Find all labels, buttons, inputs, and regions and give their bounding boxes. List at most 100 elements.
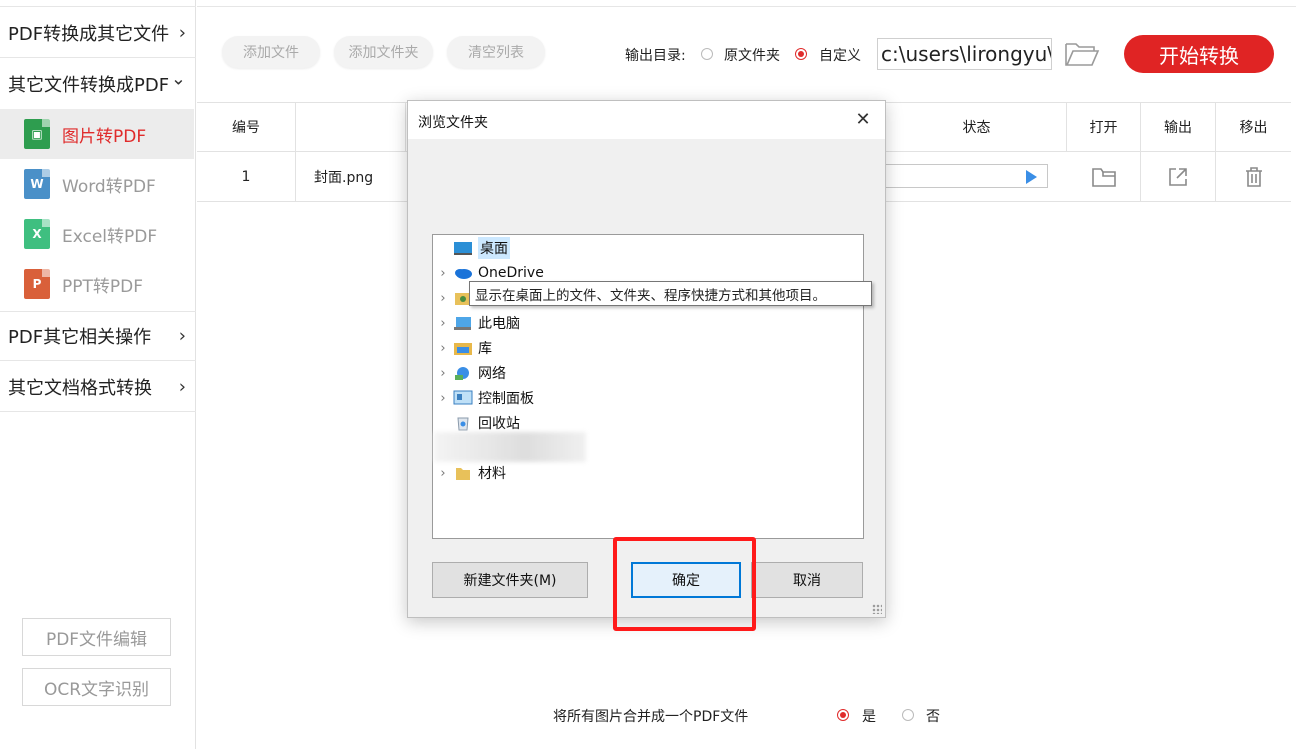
- chevron-right-icon: ›: [178, 376, 186, 397]
- sidebar-section-label: PDF其它相关操作: [8, 327, 152, 348]
- sidebar-section-label: PDF转换成其它文件: [8, 23, 170, 45]
- tree-item-label: 库: [478, 341, 492, 357]
- pdf-edit-button[interactable]: PDF文件编辑: [22, 618, 171, 656]
- control-panel-icon: [453, 390, 473, 405]
- chevron-right-icon: ›: [178, 22, 186, 43]
- library-icon: [454, 343, 472, 355]
- tree-item-label: OneDrive: [478, 265, 544, 281]
- tree-item-label: 控制面板: [478, 391, 534, 407]
- chevron-right-icon[interactable]: ›: [433, 466, 453, 481]
- header-status: 状态: [887, 103, 1067, 151]
- chevron-right-icon[interactable]: ›: [433, 391, 453, 406]
- sidebar-section-label: 其它文件转换成PDF: [8, 75, 170, 96]
- merge-images-label: 将所有图片合并成一个PDF文件: [553, 709, 749, 725]
- radio-merge-no[interactable]: [902, 709, 914, 721]
- ocr-button[interactable]: OCR文字识别: [22, 668, 171, 706]
- dialog-titlebar: 浏览文件夹 ✕: [408, 101, 885, 139]
- tree-item-label: 材料: [478, 466, 506, 482]
- tree-item-label: 回收站: [478, 416, 520, 432]
- redacted-blur: [434, 432, 586, 462]
- chevron-right-icon[interactable]: ›: [433, 366, 453, 381]
- new-folder-button[interactable]: 新建文件夹(M): [432, 562, 588, 598]
- folder-open-icon[interactable]: [1064, 40, 1100, 68]
- option-custom-label: 自定义: [819, 48, 861, 64]
- sidebar-section-label: 其它文档格式转换: [8, 377, 152, 399]
- word-file-icon: W: [24, 169, 50, 199]
- sidebar-section-pdf-other-ops[interactable]: PDF其它相关操作 ›: [0, 311, 196, 361]
- output-cell: [1141, 152, 1216, 201]
- sidebar-item-ppt-to-pdf[interactable]: P PPT转PDF: [0, 259, 194, 309]
- trash-icon[interactable]: [1243, 166, 1265, 188]
- sidebar-item-excel-to-pdf[interactable]: X Excel转PDF: [0, 209, 194, 259]
- tree-item-this-pc[interactable]: › 此电脑: [433, 311, 863, 335]
- cancel-button[interactable]: 取消: [751, 562, 863, 598]
- tree-item-label: 网络: [478, 366, 506, 382]
- desktop-tooltip: 显示在桌面上的文件、文件夹、程序快捷方式和其他项目。: [469, 281, 872, 306]
- start-convert-button[interactable]: 开始转换: [1124, 35, 1274, 73]
- chevron-right-icon[interactable]: ›: [433, 291, 453, 306]
- sidebar-item-label: Excel转PDF: [62, 226, 158, 247]
- chevron-right-icon[interactable]: ›: [433, 316, 453, 331]
- sidebar-section-other-to-pdf[interactable]: 其它文件转换成PDF ⌄: [0, 59, 196, 109]
- sidebar-section-other-doc-formats[interactable]: 其它文档格式转换 ›: [0, 362, 196, 412]
- merge-yes-label: 是: [862, 709, 876, 725]
- excel-file-icon: X: [24, 219, 50, 249]
- sidebar-item-word-to-pdf[interactable]: W Word转PDF: [0, 159, 194, 209]
- option-original-folder-label: 原文件夹: [724, 48, 780, 64]
- chevron-right-icon[interactable]: ›: [433, 341, 453, 356]
- tree-item-materials[interactable]: › 材料: [433, 461, 863, 485]
- desktop-icon: [454, 242, 472, 255]
- tree-item-label: 此电脑: [478, 316, 520, 332]
- tree-item-label: 桌面: [478, 237, 510, 259]
- clear-list-button[interactable]: 清空列表: [447, 36, 545, 68]
- tree-item-network[interactable]: › 网络: [433, 361, 863, 385]
- output-dir-label: 输出目录:: [625, 48, 686, 64]
- resize-grip-icon[interactable]: [872, 604, 882, 614]
- main-top-divider: [197, 6, 1296, 7]
- annotation-highlight-box: [613, 537, 756, 631]
- tree-item-control-panel[interactable]: › 控制面板: [433, 386, 863, 410]
- computer-icon: [454, 317, 471, 330]
- sidebar-item-label: PPT转PDF: [62, 276, 144, 297]
- sidebar-item-label: Word转PDF: [62, 176, 156, 197]
- header-index: 编号: [197, 103, 296, 151]
- header-filename: [296, 103, 406, 151]
- header-remove: 移出: [1239, 120, 1268, 136]
- external-link-icon[interactable]: [1167, 166, 1189, 188]
- sidebar: PDF转换成其它文件 › 其它文件转换成PDF ⌄ ▣ 图片转PDF W Wor…: [0, 0, 196, 749]
- tree-item-desktop[interactable]: 桌面: [433, 236, 863, 260]
- radio-original-folder[interactable]: [701, 48, 713, 60]
- folder-tree[interactable]: 桌面 › OneDrive › › 此电脑 › 库 › 网络 › 控制面板 回收…: [432, 234, 864, 539]
- chevron-right-icon[interactable]: ›: [433, 266, 453, 281]
- add-file-button[interactable]: 添加文件: [222, 36, 320, 68]
- image-file-icon: ▣: [24, 119, 50, 149]
- dialog-title: 浏览文件夹: [418, 115, 488, 131]
- remove-cell: [1216, 152, 1291, 201]
- tree-item-library[interactable]: › 库: [433, 336, 863, 360]
- sidebar-item-image-to-pdf[interactable]: ▣ 图片转PDF: [0, 109, 194, 159]
- network-icon: [455, 367, 469, 380]
- header-open: 打开: [1067, 103, 1141, 151]
- folder-icon: [456, 468, 470, 480]
- sidebar-section-pdf-to-other[interactable]: PDF转换成其它文件 ›: [0, 8, 196, 58]
- row-index: 1: [197, 152, 296, 201]
- sidebar-top-divider: [0, 6, 196, 7]
- play-icon[interactable]: [1026, 170, 1037, 184]
- row-filename: 封面.png: [314, 169, 374, 186]
- header-output: 输出: [1141, 103, 1216, 151]
- status-progress-bar: [880, 164, 1048, 188]
- open-folder-icon[interactable]: [1091, 166, 1117, 188]
- close-icon[interactable]: ✕: [851, 107, 875, 131]
- merge-no-label: 否: [926, 709, 940, 725]
- chevron-down-icon: ⌄: [170, 68, 186, 90]
- add-folder-button[interactable]: 添加文件夹: [334, 36, 433, 68]
- sidebar-item-label: 图片转PDF: [62, 126, 147, 147]
- radio-custom-folder[interactable]: [795, 48, 807, 60]
- output-path-input[interactable]: c:\users\lirongyu\: [877, 38, 1052, 70]
- chevron-right-icon: ›: [178, 325, 186, 347]
- open-cell: [1067, 152, 1141, 201]
- recycle-bin-icon: [457, 417, 469, 431]
- radio-merge-yes[interactable]: [837, 709, 849, 721]
- ppt-file-icon: P: [24, 269, 50, 299]
- onedrive-cloud-icon: [455, 269, 472, 279]
